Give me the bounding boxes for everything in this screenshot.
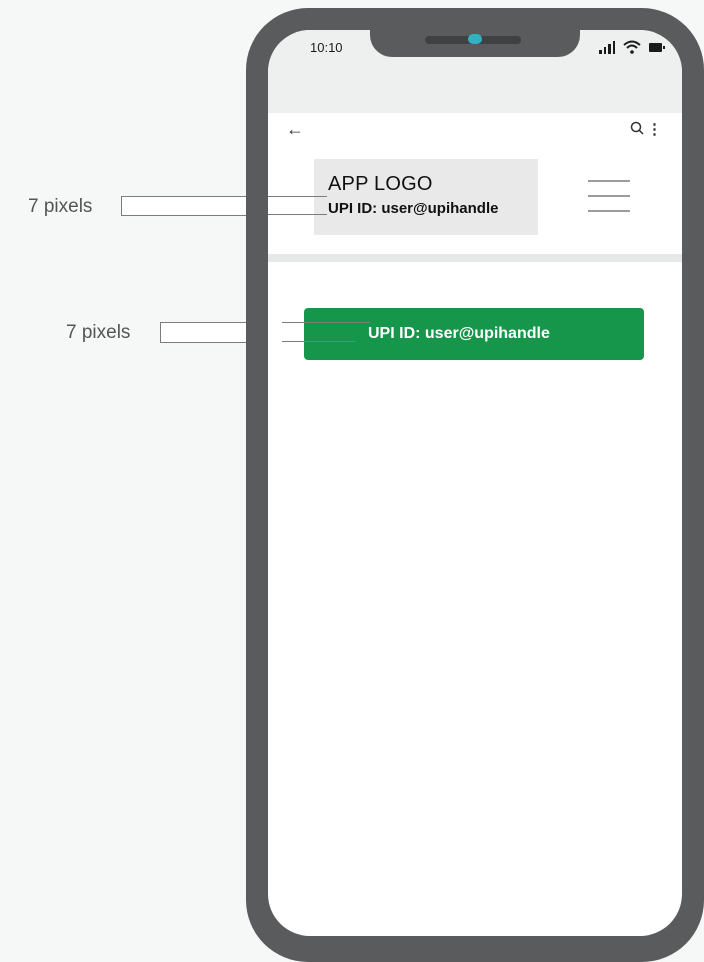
annotation-leader-1-inner-top [268, 196, 327, 197]
back-arrow-icon[interactable]: ← [286, 119, 304, 140]
annotation-label-1: 7 pixels [28, 196, 93, 217]
header-divider [268, 254, 682, 262]
signal-icon [599, 41, 615, 54]
battery-icon [649, 43, 665, 52]
status-icons [599, 40, 665, 54]
more-vertical-icon[interactable]: ⋮ [647, 120, 662, 138]
search-icon[interactable] [630, 121, 644, 135]
annotation-leader-2-bottom [282, 341, 356, 342]
app-logo-box: APP LOGO UPI ID: user@upihandle [314, 159, 538, 235]
annotation-leader-2-top [282, 322, 370, 323]
phone-screen: 10:10 ← ⋮ APP LOGO UPI ID: user@upihandl… [268, 30, 682, 936]
status-time: 10:10 [310, 40, 343, 55]
speaker-icon [425, 34, 521, 44]
phone-frame: 10:10 ← ⋮ APP LOGO UPI ID: user@upihandl… [246, 8, 704, 962]
upi-id-banner-text: UPI ID: user@upihandle [368, 325, 550, 342]
status-bar: 10:10 [268, 30, 682, 113]
header-upi-id: UPI ID: user@upihandle [328, 200, 499, 217]
app-logo-text: APP LOGO [328, 173, 433, 195]
annotation-label-2: 7 pixels [66, 322, 131, 343]
camera-icon [468, 34, 482, 44]
app-bar: ← ⋮ [268, 113, 682, 153]
annotation-leader-1-inner-bottom [268, 214, 327, 215]
hamburger-menu-icon[interactable] [588, 178, 630, 214]
wifi-icon [623, 40, 641, 54]
upi-id-banner[interactable]: UPI ID: user@upihandle [304, 308, 644, 360]
phone-notch [370, 30, 580, 57]
